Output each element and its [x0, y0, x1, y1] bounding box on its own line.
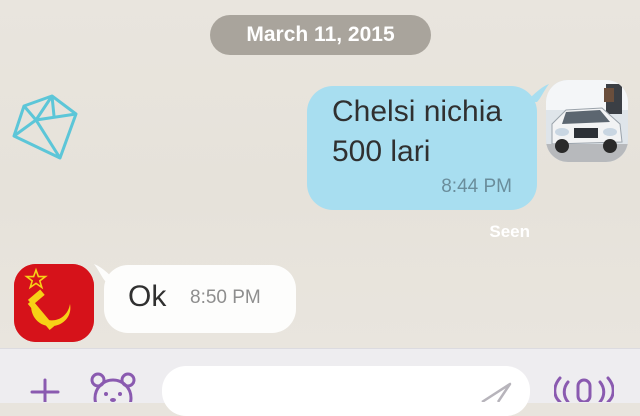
diamond-outline-icon [10, 92, 84, 166]
message-line: 500 lari [332, 135, 431, 168]
voice-wave-icon[interactable] [554, 374, 614, 402]
seen-status: Seen [489, 222, 530, 241]
send-arrow-icon[interactable] [478, 380, 514, 402]
incoming-message-text: Ok [128, 280, 167, 313]
plus-icon[interactable] [26, 372, 64, 402]
message-timestamp: 8:44 PM [441, 176, 512, 197]
message-timestamp: 8:50 PM [190, 287, 261, 308]
message-input[interactable] [162, 366, 530, 416]
chat-area[interactable]: March 11, 2015 Chelsi nichia 500 lari 8:… [0, 0, 640, 348]
hammer-sickle-avatar[interactable] [14, 264, 94, 342]
bear-sticker-icon[interactable] [88, 372, 138, 402]
car-photo-avatar[interactable] [546, 80, 628, 162]
date-separator: March 11, 2015 [210, 15, 431, 55]
message-line: Chelsi nichia [332, 95, 503, 128]
outgoing-message-text: Chelsi nichia 500 lari [332, 92, 532, 172]
